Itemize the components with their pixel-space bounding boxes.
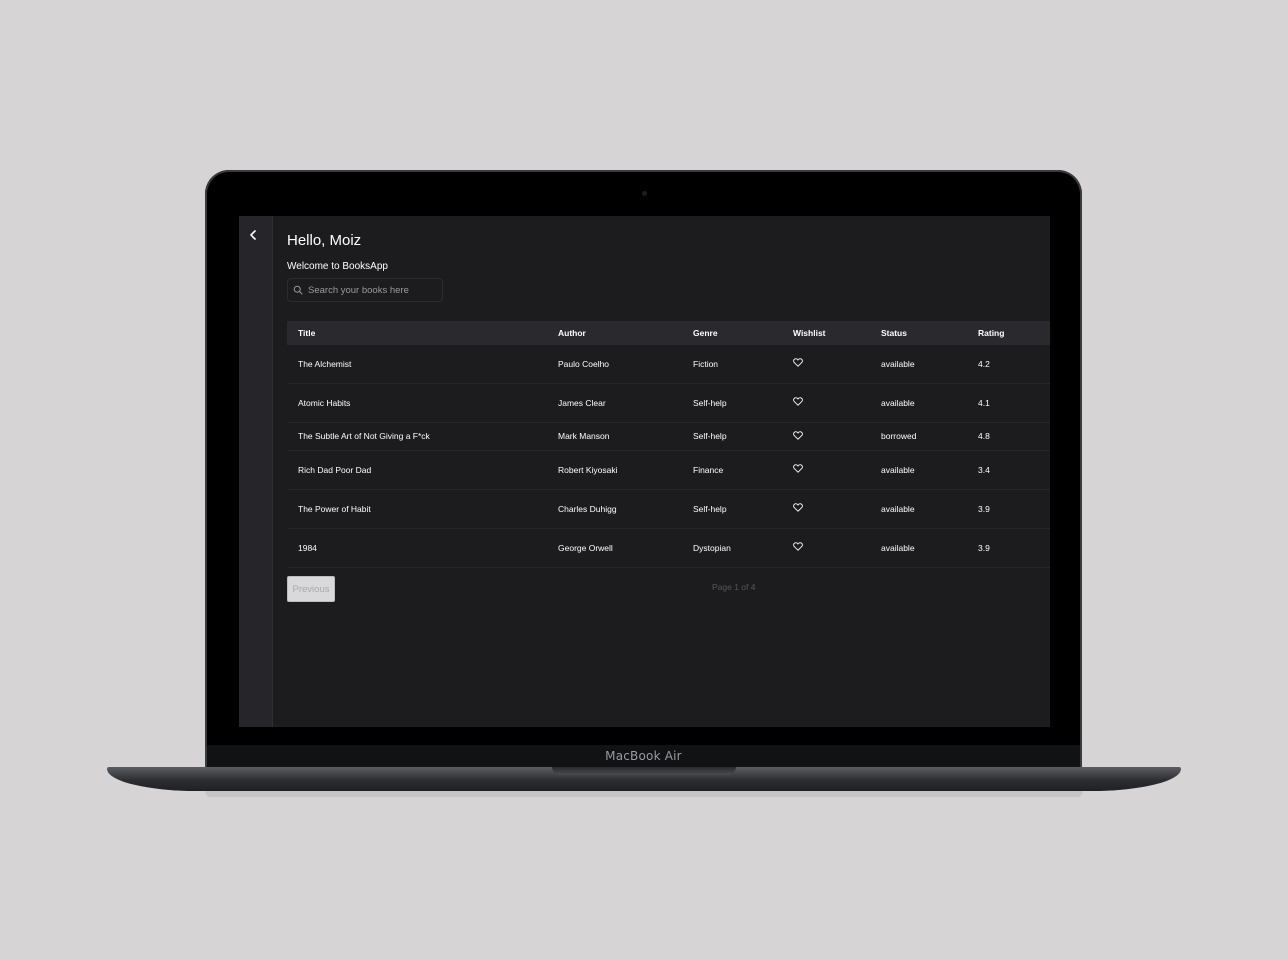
- book-status: borrowed: [870, 422, 967, 451]
- book-rating: 3.4: [967, 450, 1050, 490]
- column-header-wishlist[interactable]: Wishlist: [782, 321, 870, 345]
- book-title: Rich Dad Poor Dad: [287, 450, 547, 490]
- heart-outline-icon[interactable]: [793, 503, 803, 512]
- page-indicator: Page 1 of 4: [712, 582, 756, 592]
- wishlist-cell: [782, 345, 870, 384]
- search-input[interactable]: [308, 284, 438, 296]
- book-genre: Finance: [682, 450, 782, 490]
- book-title: Atomic Habits: [287, 383, 547, 423]
- book-title: The Alchemist: [287, 345, 547, 384]
- book-genre: Dystopian: [682, 528, 782, 568]
- chevron-left-icon: [249, 227, 258, 245]
- table-row[interactable]: The Alchemist Paulo Coelho Fiction avail…: [287, 345, 1050, 384]
- column-header-status[interactable]: Status: [870, 321, 967, 345]
- laptop-shadow: [205, 791, 1083, 797]
- table-row[interactable]: 1984 George Orwell Dystopian available 3…: [287, 528, 1050, 568]
- book-author: Robert Kiyosaki: [547, 450, 682, 490]
- book-rating: 4.8: [967, 422, 1050, 451]
- wishlist-cell: [782, 528, 870, 568]
- book-genre: Self-help: [682, 489, 782, 529]
- previous-page-button[interactable]: Previous: [287, 576, 335, 602]
- welcome-text: Welcome to BooksApp: [287, 261, 388, 272]
- book-status: available: [870, 345, 967, 384]
- book-status: available: [870, 528, 967, 568]
- device-label: MacBook Air: [605, 749, 682, 763]
- table-row[interactable]: Atomic Habits James Clear Self-help avai…: [287, 383, 1050, 423]
- search-box[interactable]: [287, 278, 443, 302]
- column-header-rating[interactable]: Rating: [967, 321, 1050, 345]
- book-rating: 4.2: [967, 345, 1050, 384]
- heart-outline-icon[interactable]: [793, 464, 803, 473]
- table-row[interactable]: The Subtle Art of Not Giving a F*ck Mark…: [287, 422, 1050, 451]
- book-status: available: [870, 489, 967, 529]
- table-header-row: Title Author Genre Wishlist Status Ratin…: [287, 321, 1050, 345]
- wishlist-cell: [782, 422, 870, 451]
- laptop-chin: MacBook Air: [207, 745, 1080, 767]
- search-icon: [293, 285, 303, 295]
- wishlist-cell: [782, 489, 870, 529]
- book-title: 1984: [287, 528, 547, 568]
- book-genre: Self-help: [682, 383, 782, 423]
- book-title: The Power of Habit: [287, 489, 547, 529]
- book-rating: 3.9: [967, 489, 1050, 529]
- main-content: Hello, Moiz Welcome to BooksApp Title Au…: [287, 216, 1050, 727]
- page-title: Hello, Moiz: [287, 232, 362, 249]
- wishlist-cell: [782, 383, 870, 423]
- book-author: James Clear: [547, 383, 682, 423]
- laptop-notch: [552, 767, 736, 775]
- book-rating: 4.1: [967, 383, 1050, 423]
- column-header-genre[interactable]: Genre: [682, 321, 782, 345]
- book-status: available: [870, 383, 967, 423]
- camera: [642, 191, 647, 196]
- column-header-title[interactable]: Title: [287, 321, 547, 345]
- heart-outline-icon[interactable]: [793, 542, 803, 551]
- books-table: Title Author Genre Wishlist Status Ratin…: [287, 321, 1050, 568]
- book-author: Paulo Coelho: [547, 345, 682, 384]
- book-genre: Fiction: [682, 345, 782, 384]
- heart-outline-icon[interactable]: [793, 397, 803, 406]
- sidebar: [239, 216, 273, 727]
- app-screen: Hello, Moiz Welcome to BooksApp Title Au…: [239, 216, 1050, 727]
- wishlist-cell: [782, 450, 870, 490]
- book-author: George Orwell: [547, 528, 682, 568]
- heart-outline-icon[interactable]: [793, 430, 803, 440]
- collapse-sidebar-button[interactable]: [245, 228, 261, 244]
- column-header-author[interactable]: Author: [547, 321, 682, 345]
- heart-outline-icon[interactable]: [793, 358, 803, 368]
- table-row[interactable]: The Power of Habit Charles Duhigg Self-h…: [287, 489, 1050, 529]
- table-row[interactable]: Rich Dad Poor Dad Robert Kiyosaki Financ…: [287, 450, 1050, 490]
- book-genre: Self-help: [682, 422, 782, 451]
- book-author: Mark Manson: [547, 422, 682, 451]
- book-status: available: [870, 450, 967, 490]
- book-title: The Subtle Art of Not Giving a F*ck: [287, 422, 547, 451]
- book-author: Charles Duhigg: [547, 489, 682, 529]
- book-rating: 3.9: [967, 528, 1050, 568]
